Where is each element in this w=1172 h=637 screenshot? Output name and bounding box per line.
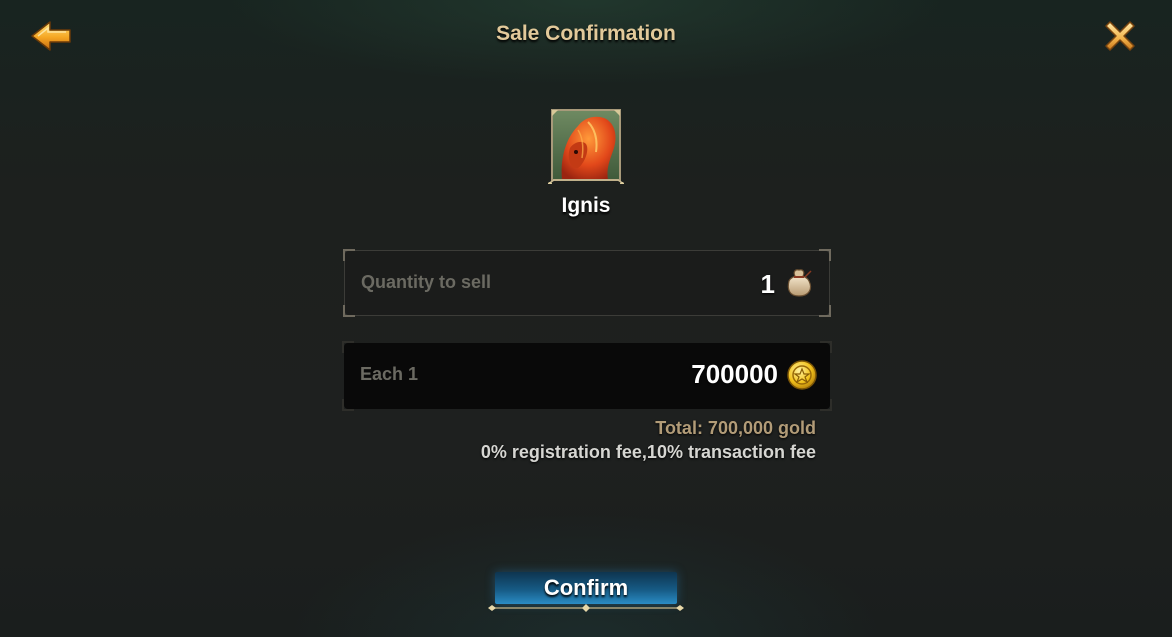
quantity-panel: Quantity to sell 1: [343, 249, 831, 317]
fee-text: 0% registration fee,10% transaction fee: [480, 442, 816, 462]
quantity-label: Quantity to sell: [361, 272, 492, 292]
panel-corner-ornament: [343, 305, 355, 317]
panel-corner-ornament: [342, 399, 354, 411]
panel-corner-ornament: [819, 249, 831, 261]
price-panel: Each 1 700000: [342, 341, 832, 411]
price-label: Each 1: [360, 364, 419, 384]
panel-corner-ornament: [820, 341, 832, 353]
sack-icon: [787, 269, 812, 297]
item-name: Ignis: [561, 194, 611, 217]
panel-corner-ornament: [343, 249, 355, 261]
total-text: Total: 700,000 gold: [655, 418, 816, 438]
panel-corner-ornament: [342, 341, 354, 353]
close-icon: [1105, 21, 1135, 51]
sale-confirmation-screen: Sale Confirmation Ignis Quantity to sell…: [0, 0, 1172, 637]
panel-corner-ornament: [820, 399, 832, 411]
close-button[interactable]: [1100, 16, 1140, 56]
quantity-value[interactable]: 1: [761, 269, 775, 300]
confirm-button[interactable]: Confirm: [495, 572, 677, 604]
price-value[interactable]: 700000: [691, 359, 778, 390]
item-portrait: [547, 108, 625, 186]
page-title: Sale Confirmation: [496, 22, 676, 45]
confirm-button-wrapper: Confirm: [488, 572, 684, 612]
fire-horse-portrait-icon: [547, 109, 625, 186]
button-ornament-line: [488, 604, 684, 612]
panel-corner-ornament: [819, 305, 831, 317]
gold-coin-icon: [787, 360, 817, 390]
